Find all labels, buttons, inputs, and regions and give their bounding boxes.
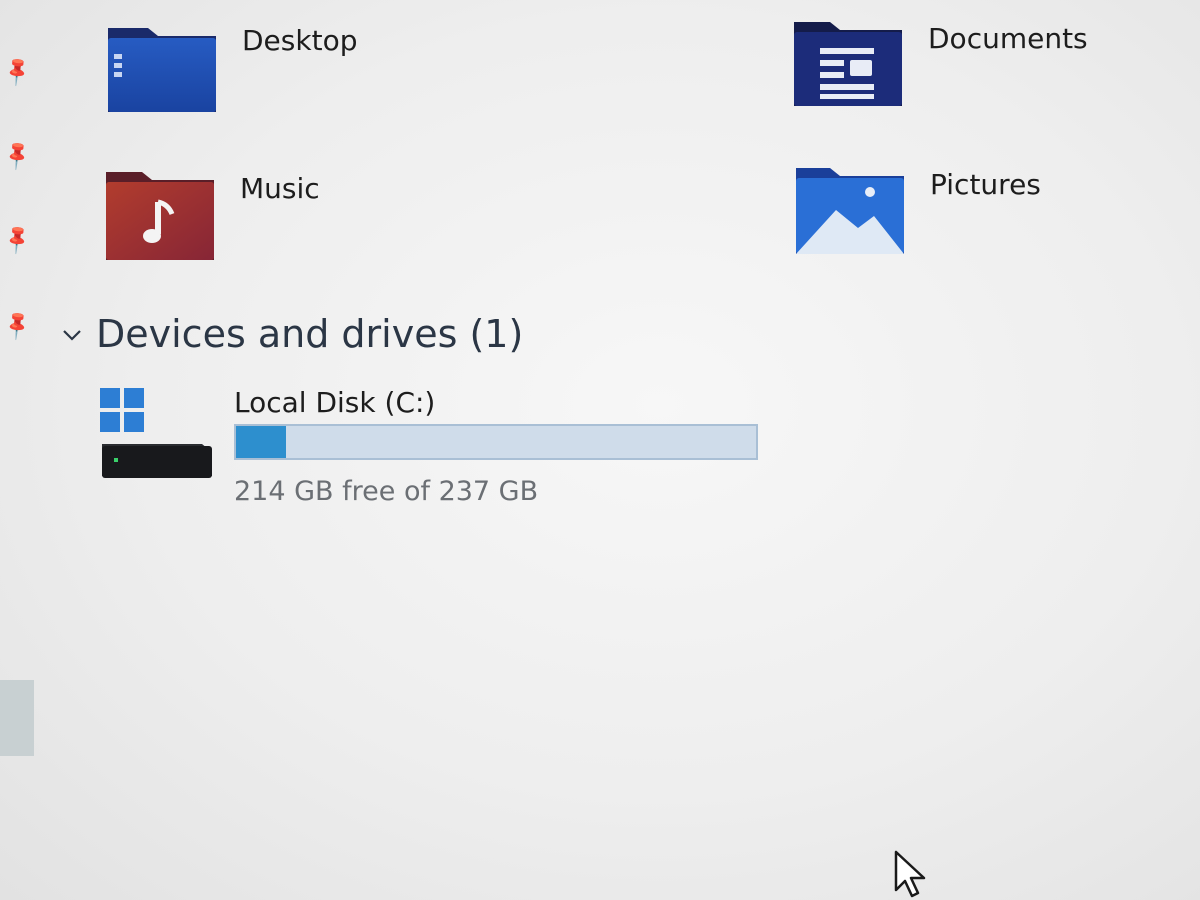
desktop-folder-icon (104, 20, 220, 116)
pin-icon[interactable]: 📌 (0, 307, 35, 344)
mouse-cursor-icon (894, 850, 926, 898)
folder-tile-music[interactable]: Music (102, 168, 320, 264)
folder-tile-desktop[interactable]: Desktop (104, 20, 357, 116)
folder-label: Music (240, 172, 320, 205)
navigation-pane-scroll-thumb[interactable] (0, 680, 34, 756)
documents-folder-icon (790, 18, 906, 114)
pin-icon[interactable]: 📌 (0, 137, 35, 174)
drive-info: Local Disk (C:) 214 GB free of 237 GB (234, 384, 758, 507)
section-title: Devices and drives (1) (96, 312, 524, 356)
pictures-folder-icon (792, 164, 908, 260)
drive-name: Local Disk (C:) (234, 386, 436, 419)
pin-icon[interactable]: 📌 (0, 221, 35, 258)
chevron-down-icon[interactable] (62, 325, 82, 345)
folder-tile-documents[interactable]: Documents (790, 18, 1088, 114)
drive-usage-bar (234, 424, 758, 460)
folder-label: Documents (928, 22, 1088, 55)
windows-drive-icon (98, 384, 216, 482)
drive-capacity-text: 214 GB free of 237 GB (234, 476, 539, 507)
file-explorer-view: 📌 📌 📌 📌 Desktop Documents Music Pictures… (0, 0, 1200, 900)
drive-usage-fill (236, 426, 287, 458)
pin-icon[interactable]: 📌 (0, 53, 35, 90)
folder-tile-pictures[interactable]: Pictures (792, 164, 1041, 260)
music-folder-icon (102, 168, 218, 264)
navigation-pin-gutter: 📌 📌 📌 📌 (0, 0, 40, 900)
drive-tile-local-disk[interactable]: Local Disk (C:) 214 GB free of 237 GB (98, 384, 758, 507)
folder-label: Pictures (930, 168, 1041, 201)
folder-label: Desktop (242, 24, 358, 57)
devices-section-header[interactable]: Devices and drives (1) (62, 306, 523, 362)
